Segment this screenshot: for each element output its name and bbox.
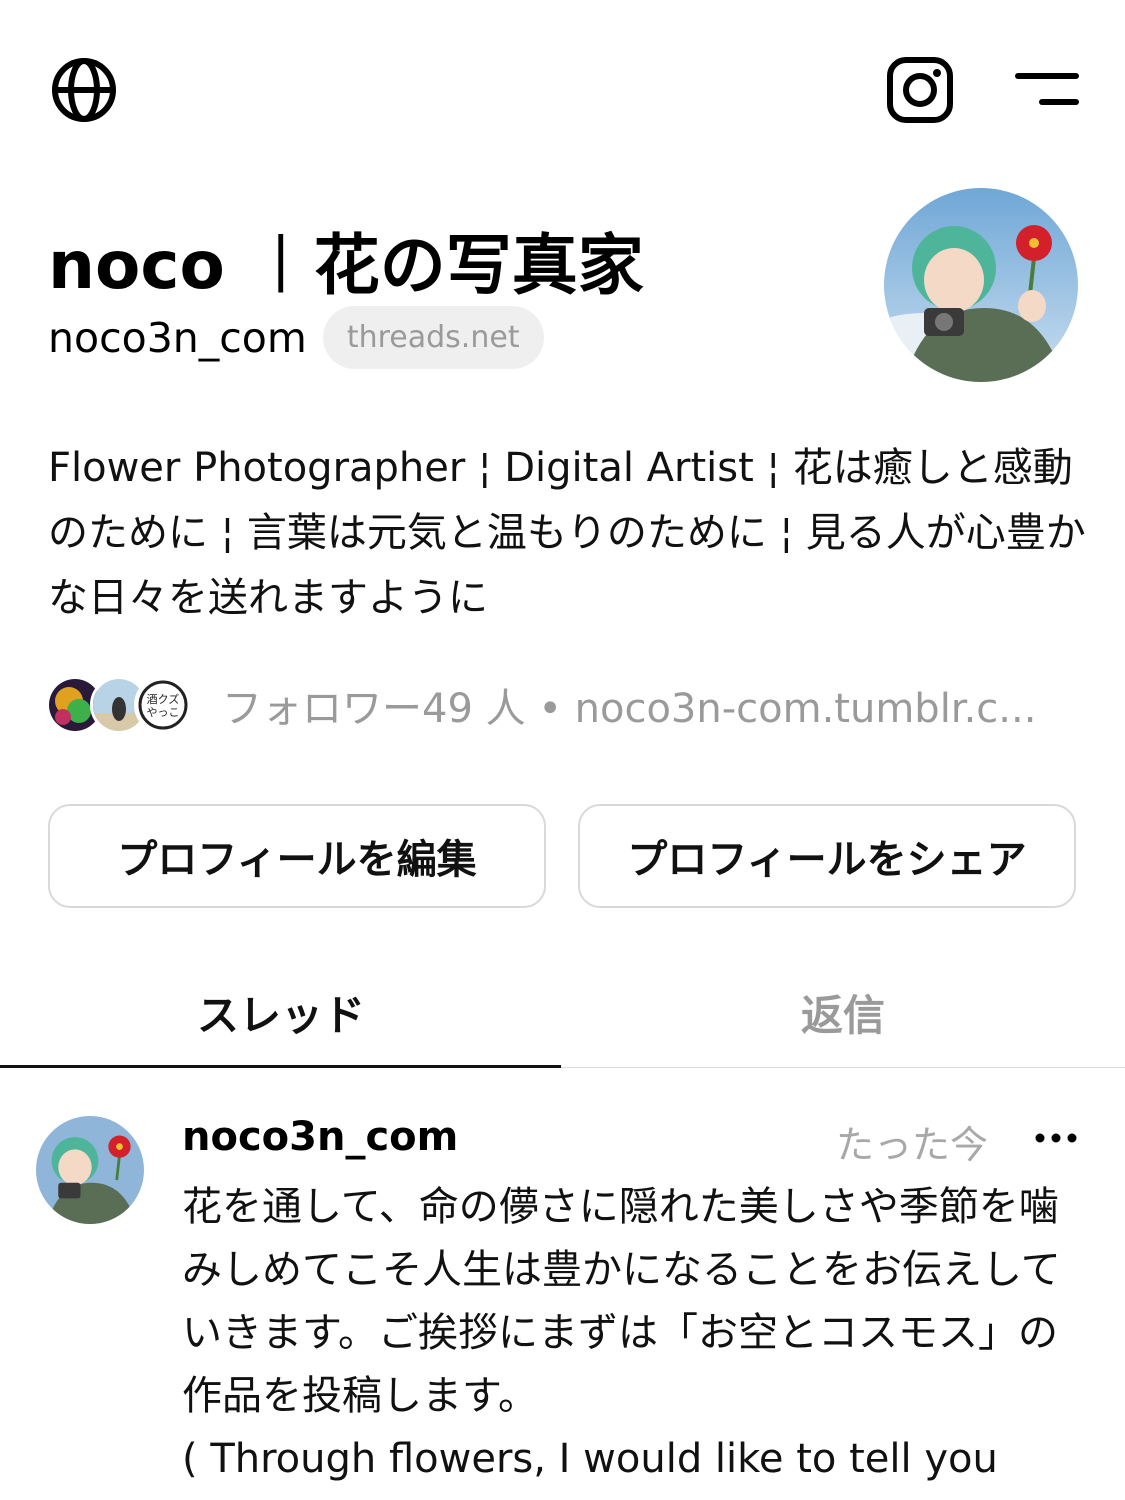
profile-username: noco3n_com	[48, 313, 307, 362]
instagram-icon[interactable]	[886, 56, 954, 124]
profile-display-name: noco ︱花の写真家	[48, 227, 644, 304]
svg-text:酒クズ: 酒クズ	[147, 692, 180, 706]
username-row: noco3n_com threads.net	[48, 306, 544, 369]
tab-replies[interactable]: 返信	[562, 982, 1124, 1068]
post-username[interactable]: noco3n_com	[182, 1114, 458, 1160]
follower-avatar-3: 酒クズ やっこ	[134, 676, 192, 734]
globe-icon[interactable]	[50, 56, 118, 124]
tab-threads[interactable]: スレッド	[0, 982, 562, 1068]
share-profile-button[interactable]: プロフィールをシェア	[578, 804, 1076, 908]
post-author-avatar[interactable]	[36, 1116, 144, 1224]
active-tab-indicator	[0, 1065, 561, 1068]
svg-text:やっこ: やっこ	[147, 706, 180, 719]
edit-profile-button[interactable]: プロフィールを編集	[48, 804, 546, 908]
profile-avatar[interactable]	[884, 188, 1078, 382]
profile-bio: Flower Photographer ¦ Digital Artist ¦ 花…	[48, 445, 1086, 621]
post-timestamp: たった今	[836, 1123, 989, 1167]
followers-count-and-link[interactable]: フォロワー49 人 • noco3n-com.tumblr.c...	[222, 676, 1036, 734]
more-options-icon[interactable]	[1032, 1124, 1080, 1152]
menu-icon[interactable]	[1012, 66, 1080, 114]
post-text-english: ( Through flowers, I would like to tell …	[182, 1436, 998, 1482]
followers-row[interactable]: 酒クズ やっこ フォロワー49 人 • noco3n-com.tumblr.c.…	[46, 676, 1036, 734]
domain-badge[interactable]: threads.net	[322, 306, 544, 369]
post-text: 花を通して、命の儚さに隠れた美しさや季節を噛みしめてこそ人生は豊かになることをお…	[182, 1184, 1061, 1419]
